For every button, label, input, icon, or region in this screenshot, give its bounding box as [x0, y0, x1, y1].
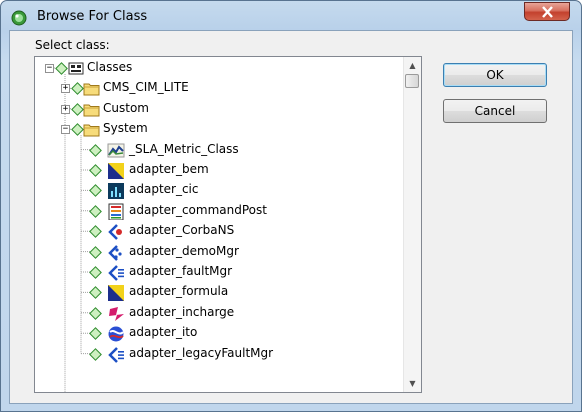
tree-node-label: Classes [87, 60, 133, 74]
diamond-status-icon [89, 266, 102, 279]
tree-node[interactable]: + CMS_CIM_LITE [35, 78, 400, 98]
collapse-icon[interactable]: − [61, 125, 70, 135]
tree-node[interactable]: adapter_incharge [35, 303, 400, 323]
folder-icon [83, 124, 100, 137]
diamond-status-icon [71, 82, 84, 96]
diamond-status-icon [89, 327, 102, 341]
tree-node-label: adapter_incharge [129, 304, 235, 319]
tree-node[interactable]: adapter_CorbaNS [35, 221, 400, 241]
tree-node[interactable]: adapter_commandPost [35, 201, 400, 221]
tree-node[interactable]: adapter_cic [35, 180, 400, 200]
tree-node[interactable]: − System [35, 119, 400, 139]
tree-vertical-scrollbar[interactable]: ▲ ▼ [403, 57, 421, 392]
ito-icon [108, 326, 124, 342]
tree-node[interactable]: adapter_faultMgr [35, 262, 400, 282]
tree-node-label: CMS_CIM_LITE [103, 80, 189, 95]
scroll-up-arrow-icon[interactable]: ▲ [404, 57, 421, 74]
diamond-status-icon [71, 123, 84, 137]
tree-node[interactable]: _SLA_Metric_Class [35, 140, 400, 160]
diamond-status-icon [89, 347, 102, 361]
close-icon [542, 6, 553, 18]
close-button[interactable] [524, 2, 570, 21]
classes-icon [68, 62, 84, 75]
collapse-icon[interactable]: − [45, 64, 54, 73]
tree-node[interactable]: + Custom [35, 99, 400, 119]
diamond-status-icon [89, 225, 102, 239]
tree-node-label: adapter_commandPost [129, 202, 267, 217]
tree-node-label: adapter_bem [129, 162, 209, 176]
tree-node-label: Custom [103, 100, 149, 115]
command-post-icon [108, 203, 124, 220]
tree-node[interactable]: − Classes [35, 58, 400, 78]
expand-icon[interactable]: + [61, 104, 70, 114]
formula-icon [108, 285, 124, 302]
diamond-status-icon [55, 62, 68, 75]
diamond-status-icon [89, 245, 102, 259]
expand-icon[interactable]: + [61, 84, 70, 94]
tree-node-label: adapter_formula [129, 284, 229, 299]
green-circle-icon [11, 10, 27, 26]
diamond-status-icon [89, 143, 102, 157]
dialog-body: Select class: − Classes + CMS_CIM_LITE + Cust… [9, 30, 573, 404]
diamond-status-icon [89, 184, 102, 198]
tree-node-label: adapter_legacyFaultMgr [129, 345, 274, 360]
tree-node-label: System [103, 121, 148, 136]
tree-node-label: _SLA_Metric_Class [129, 141, 239, 156]
tree-node-label: adapter_faultMgr [129, 264, 233, 278]
folder-icon [83, 83, 100, 96]
demo-mgr-icon [108, 244, 122, 261]
scrollbar-thumb[interactable] [405, 74, 419, 88]
bem-icon [108, 163, 124, 179]
cancel-button[interactable]: Cancel [443, 99, 547, 123]
tree-node[interactable]: adapter_legacyFaultMgr [35, 344, 400, 364]
ok-button[interactable]: OK [443, 63, 547, 87]
tree-node-label: adapter_CorbaNS [129, 223, 235, 238]
window-title: Browse For Class [37, 9, 148, 24]
sla-metric-icon [107, 143, 125, 158]
tree-node[interactable]: adapter_formula [35, 282, 400, 302]
incharge-icon [109, 306, 124, 321]
diamond-status-icon [89, 306, 102, 320]
legacy-fault-mgr-icon [108, 346, 124, 363]
browse-for-class-dialog: Browse For Class Select class: − Classes +… [0, 0, 582, 412]
fault-mgr-icon [108, 265, 124, 281]
diamond-status-icon [89, 204, 102, 218]
class-tree[interactable]: − Classes + CMS_CIM_LITE + Custom − System _SLA_… [34, 56, 422, 393]
folder-icon [83, 104, 100, 117]
tree-node-label: adapter_ito [129, 325, 198, 340]
tree-node-label: adapter_cic [129, 182, 199, 197]
tree-node[interactable]: adapter_demoMgr [35, 242, 400, 262]
select-class-label: Select class: [35, 38, 110, 52]
scroll-down-arrow-icon[interactable]: ▼ [404, 375, 421, 392]
diamond-status-icon [89, 164, 102, 177]
tree-node[interactable]: adapter_ito [35, 323, 400, 343]
diamond-status-icon [71, 102, 84, 116]
tree-node[interactable]: adapter_bem [35, 160, 400, 180]
cic-icon [108, 183, 124, 200]
diamond-status-icon [89, 286, 102, 300]
corba-icon [108, 224, 122, 241]
tree-node-label: adapter_demoMgr [129, 243, 239, 258]
